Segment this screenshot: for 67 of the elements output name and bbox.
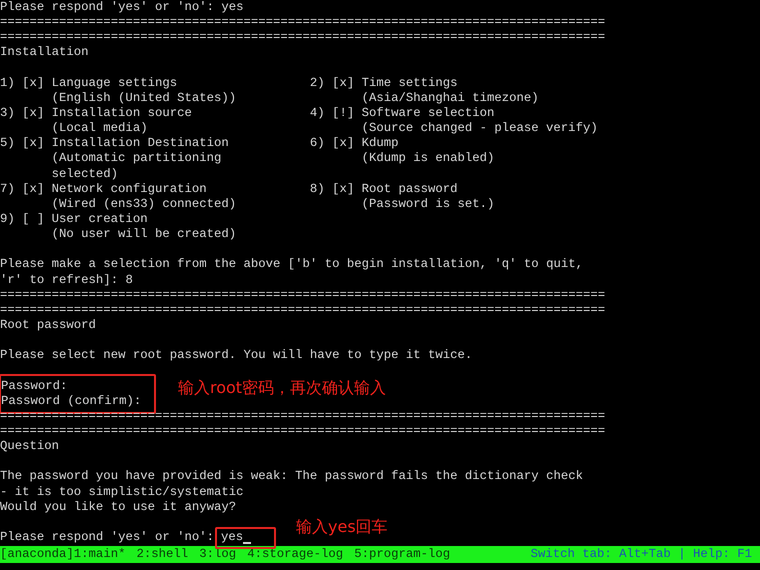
status-mark: [x] bbox=[22, 136, 44, 152]
item-number: 3) bbox=[0, 106, 15, 122]
help-text: Switch tab: Alt+Tab | Help: F1 bbox=[530, 546, 752, 562]
status-mark: [x] bbox=[332, 136, 354, 152]
session-name: [anaconda] bbox=[0, 546, 74, 562]
status-mark: [x] bbox=[22, 182, 44, 198]
item-detail: (Kdump is enabled) bbox=[362, 151, 494, 167]
item-title: Language settings bbox=[52, 76, 178, 91]
terminal-line: Please respond 'yes' or 'no': yes bbox=[0, 0, 245, 16]
prompt-text: Please respond 'yes' or 'no': bbox=[0, 530, 214, 546]
terminal-line: Please make a selection from the above ['b' to begin installation, 'q' to quit, bbox=[0, 257, 584, 273]
item-detail: (Automatic partitioning bbox=[52, 151, 222, 167]
status-mark: [x] bbox=[332, 76, 354, 92]
separator-line: ================================================================================== bbox=[0, 302, 606, 318]
status-mark: [ ] bbox=[22, 212, 44, 228]
separator-line: ================================================================================== bbox=[0, 424, 606, 440]
item-number: 6) bbox=[310, 136, 325, 152]
item-title: Time settings bbox=[362, 76, 458, 91]
section-title: Installation bbox=[0, 45, 90, 61]
item-number: 4) bbox=[310, 106, 325, 122]
item-title: Installation Destination bbox=[52, 136, 229, 152]
item-detail: (No user will be created) bbox=[52, 227, 236, 242]
item-number: 7) bbox=[0, 182, 15, 198]
item-detail: (Wired (ens33) connected) bbox=[52, 196, 236, 212]
status-mark: [x] bbox=[22, 106, 44, 122]
annotation-note: 输入yes回车 bbox=[296, 517, 388, 538]
window-tab[interactable]: 5:program-log bbox=[354, 546, 450, 562]
item-number: 5) bbox=[0, 136, 15, 152]
item-detail: selected) bbox=[52, 166, 120, 182]
item-detail: (Source changed - please verify) bbox=[362, 121, 598, 136]
field-label: Password: bbox=[1, 378, 68, 394]
item-title: Root password bbox=[362, 182, 458, 197]
item-detail: (Local media) bbox=[52, 121, 149, 136]
item-number: 9) bbox=[0, 212, 15, 228]
item-detail: (Password is set.) bbox=[362, 196, 494, 212]
item-number: 1) bbox=[0, 76, 15, 92]
section-title: Question bbox=[0, 439, 60, 454]
item-detail: (Asia/Shanghai timezone) bbox=[362, 90, 539, 106]
status-mark: [x] bbox=[332, 182, 354, 198]
answer-text: yes bbox=[221, 530, 244, 546]
status-mark: [x] bbox=[22, 76, 44, 92]
item-title: Network configuration bbox=[52, 182, 208, 197]
window-tab[interactable]: 1:main* bbox=[74, 546, 126, 562]
cursor bbox=[243, 542, 251, 544]
item-title: Installation source bbox=[52, 106, 192, 122]
item-title: Kdump bbox=[362, 136, 400, 152]
window-tab[interactable]: 4:storage-log bbox=[247, 546, 344, 562]
item-number: 8) bbox=[310, 182, 325, 198]
separator-line: ================================================================================== bbox=[0, 288, 606, 303]
item-detail: (English (United States)) bbox=[52, 90, 236, 106]
terminal-line: The password you have provided is weak: The password fails the dictionary check bbox=[0, 469, 584, 484]
separator-line: ================================================================================== bbox=[0, 408, 606, 424]
terminal-line: 'r' to refresh]: 8 bbox=[0, 272, 134, 288]
window-tab[interactable]: 2:shell bbox=[136, 546, 188, 562]
terminal-line: Please select new root password. You will have to type it twice. bbox=[0, 348, 474, 364]
section-title: Root password bbox=[0, 318, 97, 334]
separator-line: ================================================================================== bbox=[0, 15, 606, 30]
window-tab[interactable]: 3:log bbox=[199, 546, 236, 562]
item-number: 2) bbox=[310, 76, 325, 92]
field-label: Password (confirm): bbox=[1, 394, 142, 409]
item-title: User creation bbox=[52, 212, 149, 228]
status-mark: [!] bbox=[332, 106, 354, 122]
item-title: Software selection bbox=[362, 106, 496, 122]
annotation-note: 输入root密码，再次确认输入 bbox=[178, 378, 386, 398]
separator-line: ================================================================================== bbox=[0, 30, 606, 46]
terminal-line: Would you like to use it anyway? bbox=[0, 500, 238, 515]
terminal-line: - it is too simplistic/systematic bbox=[0, 484, 245, 500]
